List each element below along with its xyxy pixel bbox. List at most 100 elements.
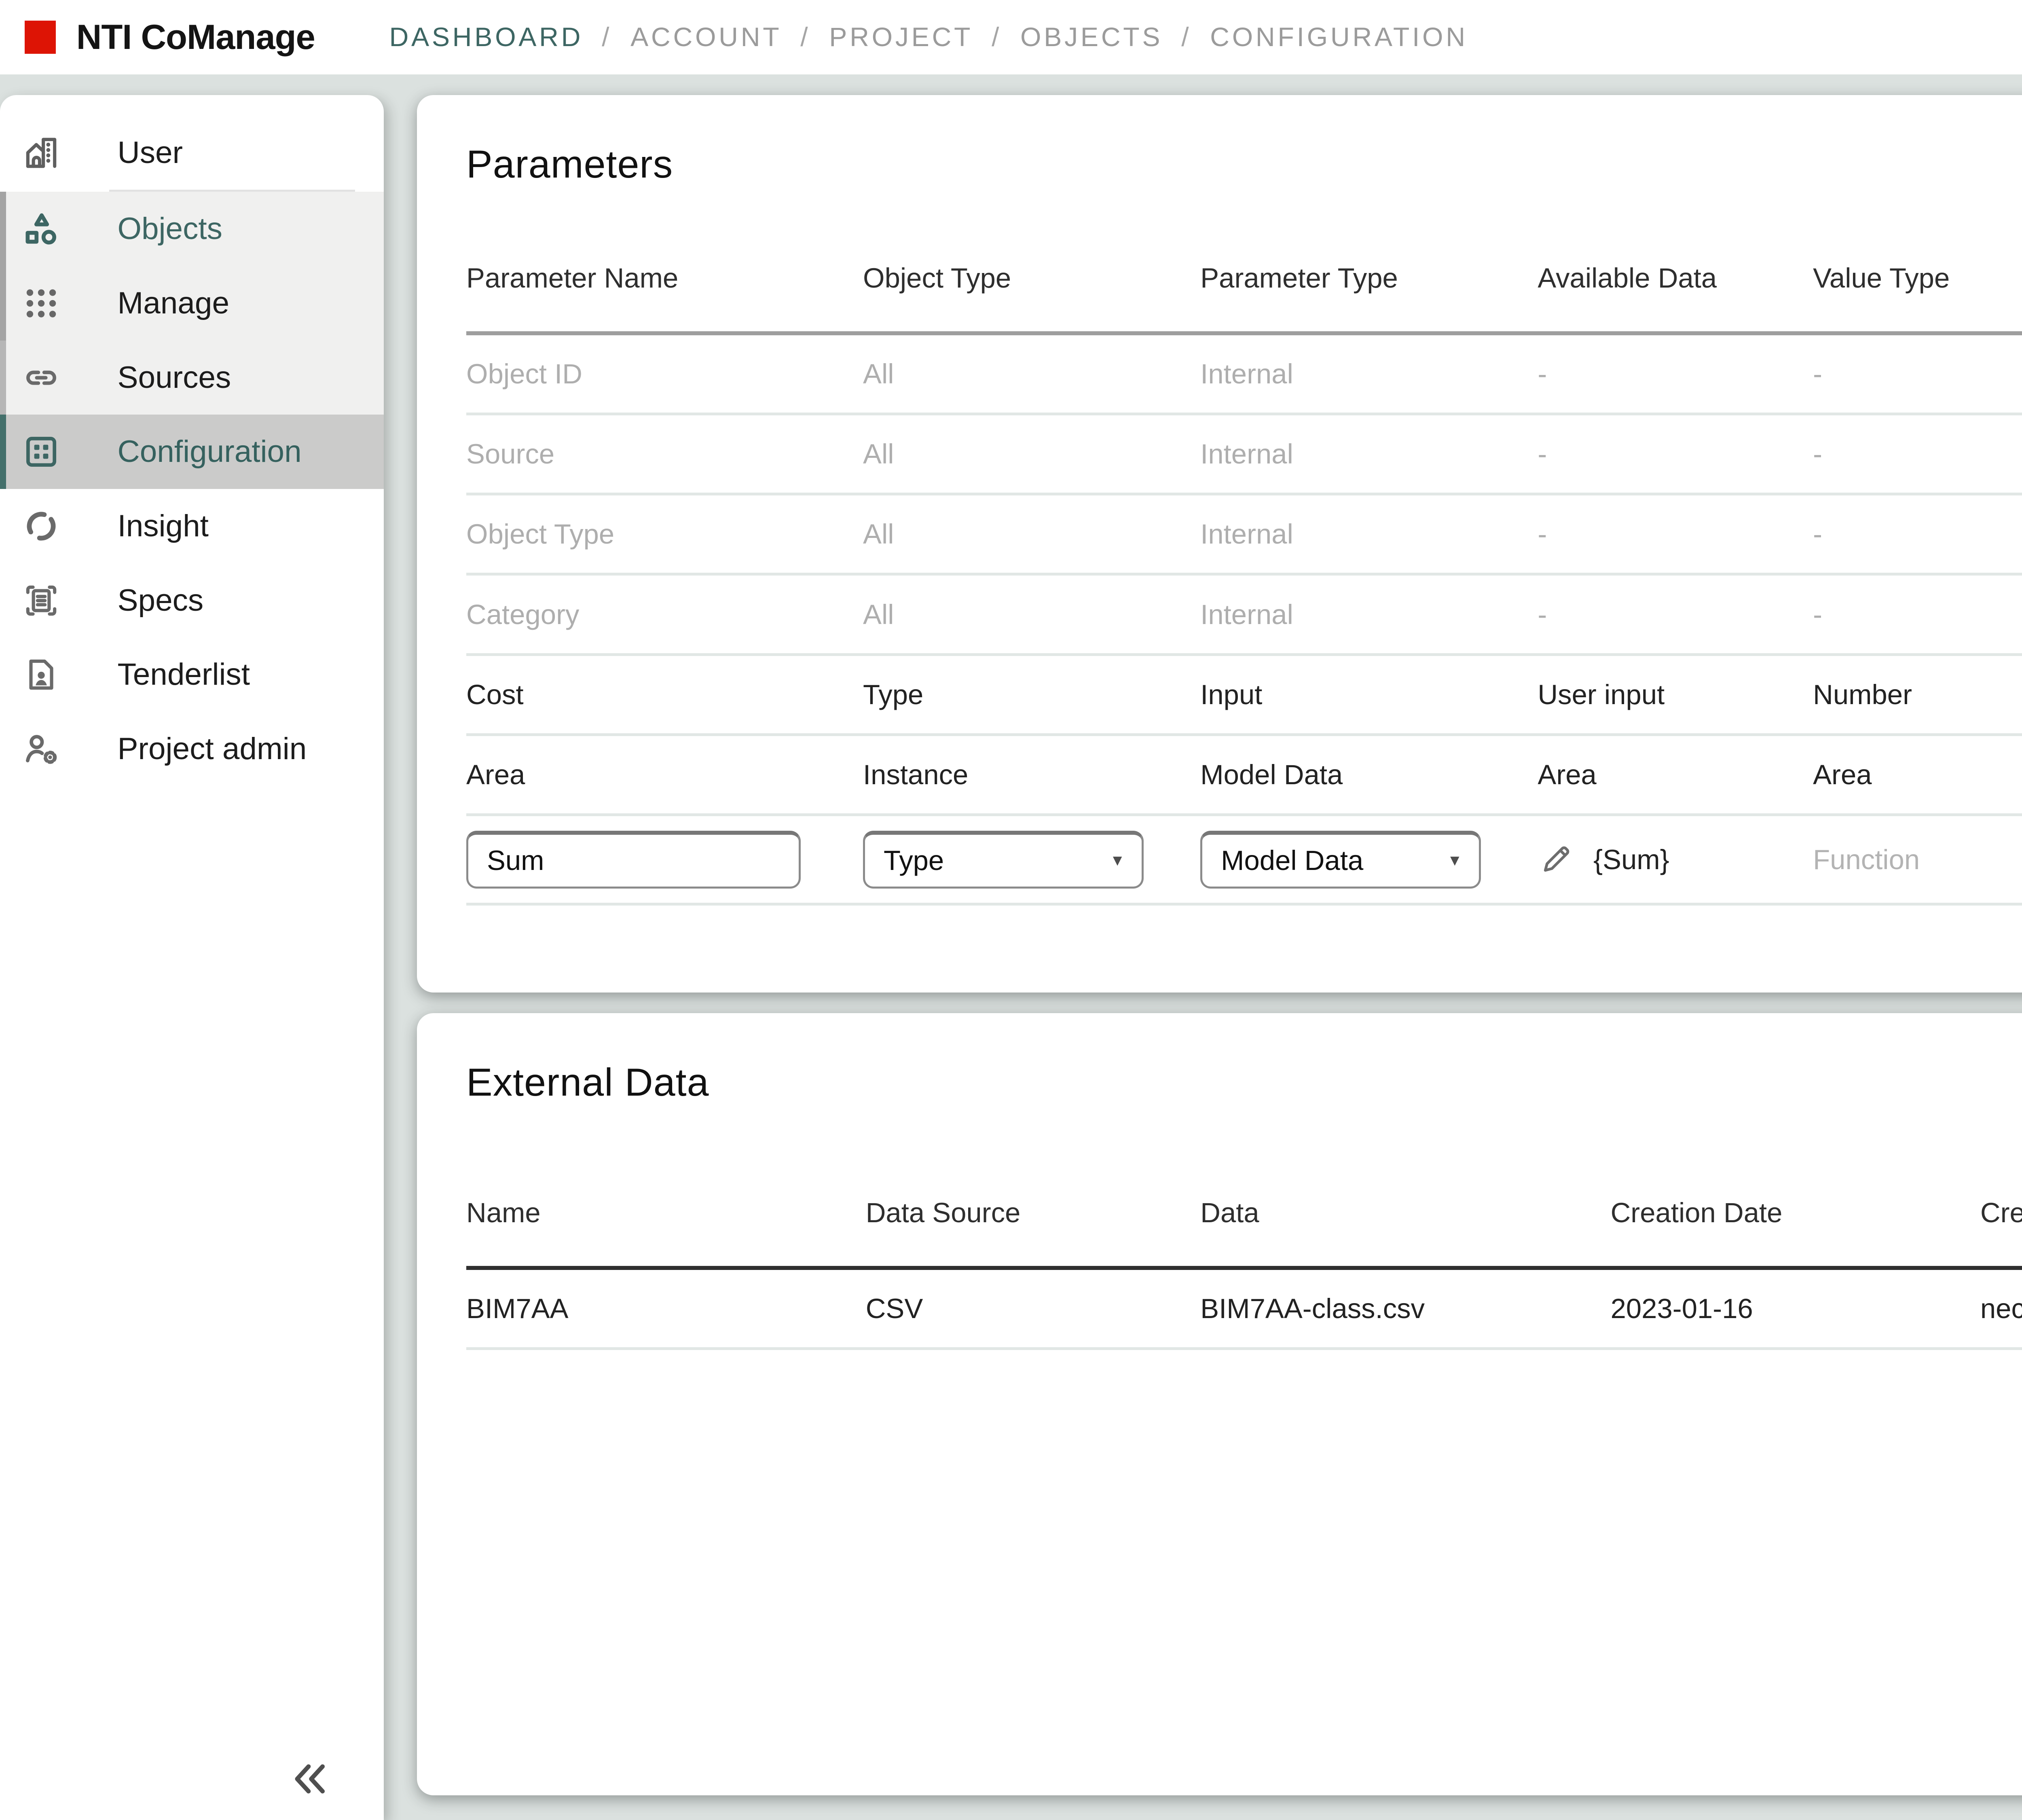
breadcrumb-dashboard[interactable]: DASHBOARD <box>389 22 583 53</box>
breadcrumb: DASHBOARD / ACCOUNT / PROJECT / OBJECTS … <box>389 22 1468 53</box>
header-cell: Parameter Type <box>1200 225 1538 333</box>
header-cell: Creation Date <box>1611 1160 1980 1268</box>
sidebar-item-user[interactable]: User <box>0 116 384 190</box>
pencil-edit-icon[interactable] <box>1538 842 1573 877</box>
double-chevron-left-icon <box>290 1761 329 1797</box>
table-cell: All <box>863 494 1200 574</box>
object-type-value: Type <box>884 844 944 876</box>
table-cell: Object Type <box>466 494 863 574</box>
parameters-table: Parameter Name Object Type Parameter Typ… <box>466 225 2022 906</box>
sidebar-item-label: Specs <box>117 583 203 618</box>
table-cell: Internal <box>1200 574 1538 654</box>
breadcrumb-separator: / <box>992 22 1002 53</box>
shapes-icon <box>21 208 62 250</box>
table-cell: - <box>1813 574 2022 654</box>
chevron-down-icon: ▼ <box>1110 852 1125 870</box>
sidebar-item-specs[interactable]: Specs <box>0 563 384 638</box>
tenderlist-file-icon <box>21 654 62 695</box>
table-cell: Area <box>1538 734 1813 815</box>
sidebar-item-label: Objects <box>117 211 222 247</box>
table-cell: - <box>1813 333 2022 414</box>
table-cell: User input <box>1538 654 1813 734</box>
insight-loop-icon <box>21 506 62 547</box>
sidebar-item-insight[interactable]: Insight <box>0 489 384 563</box>
table-cell: Source <box>466 414 863 494</box>
table-cell: - <box>1813 494 2022 574</box>
table-cell: Internal <box>1200 494 1538 574</box>
breadcrumb-account[interactable]: ACCOUNT <box>630 22 782 53</box>
table-cell: Area <box>1813 734 2022 815</box>
table-cell: - <box>1813 414 2022 494</box>
link-icon <box>21 357 62 398</box>
table-cell: - <box>1538 494 1813 574</box>
table-cell: Area <box>466 734 863 815</box>
external-data-card: External Data + Add External Data Name <box>417 1013 2022 1795</box>
specs-document-icon <box>21 580 62 621</box>
table-row: Object Type All Internal - - 2023-01-31 … <box>466 494 2022 574</box>
table-cell: Internal <box>1200 333 1538 414</box>
sidebar-item-label: User <box>117 135 183 171</box>
breadcrumb-project[interactable]: PROJECT <box>829 22 973 53</box>
breadcrumb-objects[interactable]: OBJECTS <box>1020 22 1163 53</box>
table-cell: - <box>1538 574 1813 654</box>
value-type-placeholder: Function <box>1813 815 2022 904</box>
sidebar-item-project-admin[interactable]: Project admin <box>0 712 384 786</box>
header-cell: Name <box>466 1160 866 1268</box>
table-row: Category All Internal - - 2023-01-31 jtm… <box>466 574 2022 654</box>
parameter-type-select[interactable]: Model Data ▼ <box>1200 831 1481 889</box>
table-row: Source All Internal - - 2023-01-31 jtm@n… <box>466 414 2022 494</box>
table-cell: Object ID <box>466 333 863 414</box>
header-cell: Available Data <box>1538 225 1813 333</box>
sidebar-collapse-button[interactable] <box>287 1758 332 1799</box>
chevron-down-icon: ▼ <box>1447 852 1462 870</box>
logo-red-square <box>25 21 56 54</box>
table-cell: All <box>863 333 1200 414</box>
table-cell: Cost <box>466 654 863 734</box>
header-cell: Value Type <box>1813 225 2022 333</box>
header-cell: Data Source <box>866 1160 1201 1268</box>
logo-text: NTI CoManage <box>76 17 315 57</box>
parameter-type-value: Model Data <box>1221 844 1363 876</box>
sidebar-item-objects[interactable]: Objects <box>0 192 384 266</box>
sidebar-item-manage[interactable]: Manage <box>0 266 384 341</box>
app-shell: User Objects <box>0 74 2022 1820</box>
table-row: Cost Type Input User input Number 2023-0… <box>466 654 2022 734</box>
parameters-title: Parameters <box>466 142 673 187</box>
sidebar-item-label: Project admin <box>117 731 307 767</box>
sidebar: User Objects <box>0 95 384 1820</box>
formula-value: {Sum} <box>1593 844 1669 876</box>
breadcrumb-separator: / <box>1181 22 1191 53</box>
main-content: Parameters + Add Parameter Parameter <box>417 74 2022 1820</box>
table-cell: {Sum} <box>1538 815 1813 904</box>
sidebar-item-label: Insight <box>117 508 208 544</box>
breadcrumb-configuration[interactable]: CONFIGURATION <box>1210 22 1468 53</box>
home-building-icon <box>21 132 62 174</box>
table-cell: BIM7AA <box>466 1268 866 1349</box>
app-logo: NTI CoManage <box>25 17 315 57</box>
table-cell: Instance <box>863 734 1200 815</box>
object-type-select[interactable]: Type ▼ <box>863 831 1144 889</box>
sidebar-item-configuration[interactable]: Configuration <box>0 415 384 489</box>
table-cell <box>466 815 863 904</box>
sidebar-item-label: Sources <box>117 360 231 396</box>
table-cell: - <box>1538 414 1813 494</box>
parameter-name-input[interactable] <box>466 831 801 889</box>
header-cell: Data <box>1200 1160 1610 1268</box>
header-cell: Created By <box>1980 1160 2022 1268</box>
parameters-header-row: Parameter Name Object Type Parameter Typ… <box>466 225 2022 333</box>
table-cell: Internal <box>1200 414 1538 494</box>
external-data-card-header: External Data + Add External Data <box>466 1013 2022 1110</box>
table-cell: Type ▼ <box>863 815 1200 904</box>
table-cell: Type <box>863 654 1200 734</box>
table-row: BIM7AA CSV BIM7AA-class.csv 2023-01-16 n… <box>466 1268 2022 1349</box>
table-cell: BIM7AA-class.csv <box>1200 1268 1610 1349</box>
table-cell: CSV <box>866 1268 1201 1349</box>
parameters-card-header: Parameters + Add Parameter <box>466 95 2022 192</box>
table-cell: Number <box>1813 654 2022 734</box>
external-data-table: Name Data Source Data Creation Date Crea… <box>466 1160 2022 1350</box>
sidebar-item-label: Configuration <box>117 434 301 470</box>
sidebar-item-sources[interactable]: Sources <box>0 341 384 415</box>
breadcrumb-separator: / <box>800 22 810 53</box>
sidebar-item-tenderlist[interactable]: Tenderlist <box>0 638 384 712</box>
table-cell: nec@nti.dk <box>1980 1268 2022 1349</box>
